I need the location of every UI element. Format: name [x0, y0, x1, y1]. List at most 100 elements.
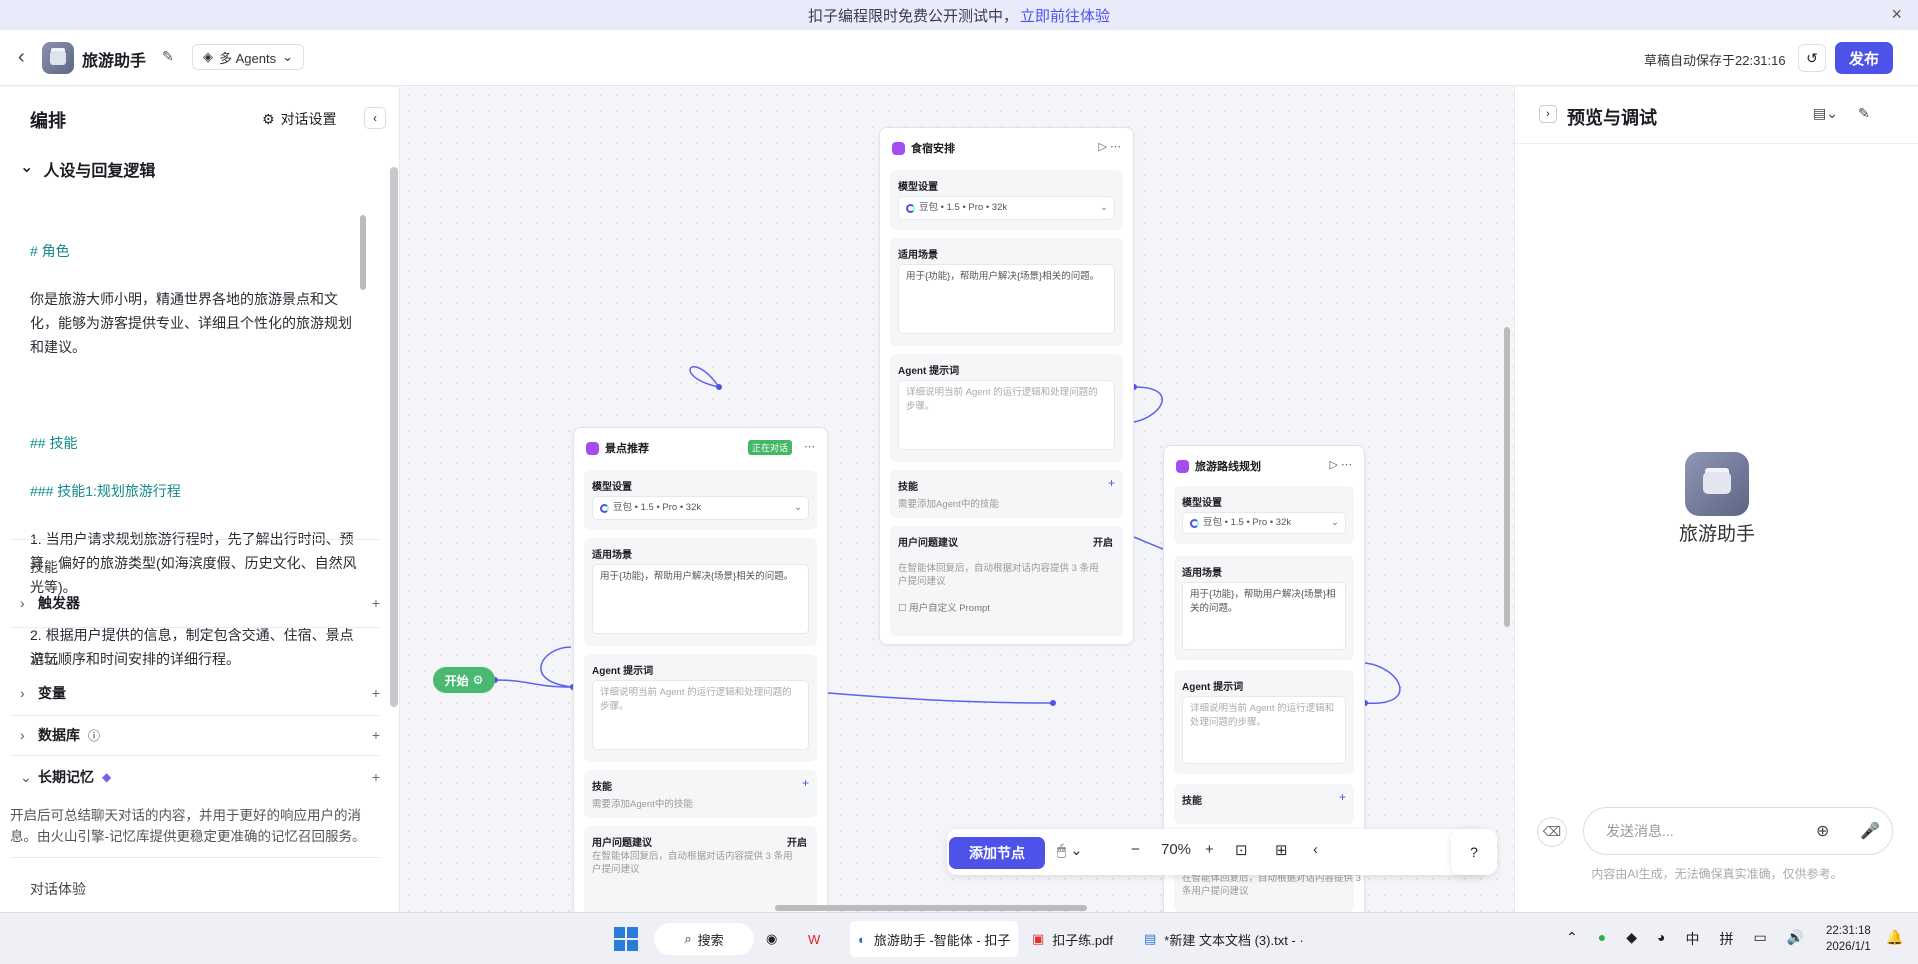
taskbar-pdf-app[interactable]: ▣ 扣子练.pdf — [1032, 921, 1113, 957]
suggestion-switch[interactable]: 开启 — [787, 834, 807, 849]
ime-mode[interactable]: 拼 — [1719, 929, 1733, 949]
add-skill-icon[interactable]: + — [802, 776, 809, 790]
grid-layout-icon[interactable]: ⊞ — [1275, 841, 1288, 859]
custom-prompt-checkbox[interactable]: ☐ 用户自定义 Prompt — [898, 602, 990, 615]
database-row[interactable]: › 数据库 ⓘ + — [20, 717, 380, 753]
model-select[interactable]: 豆包 • 1.5 • Pro • 32k ⌄ — [592, 496, 809, 520]
start-node[interactable]: 开始 ⚙ — [433, 667, 495, 693]
panel-scrollbar[interactable] — [390, 167, 398, 707]
network-icon[interactable]: ▭ — [1753, 929, 1766, 949]
ime-lang[interactable]: 中 — [1685, 929, 1699, 949]
publish-button[interactable]: 发布 — [1835, 42, 1893, 74]
back-icon[interactable]: ‹ — [18, 46, 25, 69]
fit-view-icon[interactable]: ⊡ — [1235, 841, 1248, 859]
add-skill-icon[interactable]: + — [1108, 476, 1115, 490]
scene-input[interactable]: 用于{功能}，帮助用户解决{场景}相关的问题。 — [898, 264, 1115, 334]
microphone-icon[interactable]: 🎤 — [1860, 821, 1880, 841]
add-node-button[interactable]: 添加节点 — [949, 837, 1045, 869]
model-select[interactable]: 豆包 • 1.5 • Pro • 32k ⌄ — [1182, 512, 1346, 534]
add-trigger-icon[interactable]: + — [372, 595, 380, 611]
zoom-out-icon[interactable]: − — [1131, 841, 1140, 858]
suggestion-switch[interactable]: 开启 — [1093, 534, 1113, 549]
tray-app-icon[interactable]: ◆ — [1626, 929, 1637, 949]
suggestion-block: 用户问题建议 开启 在智能体回复后，自动根据对话内容提供 3 条用户提问建议 ☐… — [890, 526, 1123, 636]
canvas-horizontal-scrollbar[interactable] — [775, 905, 1087, 911]
memory-label: 记忆 — [30, 651, 58, 667]
wechat-icon[interactable]: ● — [1598, 929, 1606, 949]
clock-time: 22:31:18 — [1826, 925, 1871, 937]
node-header: 旅游路线规划 — [1176, 458, 1261, 474]
debug-settings-icon[interactable]: ▤⌄ — [1813, 105, 1838, 122]
collapse-panel-button[interactable]: ‹ — [364, 107, 386, 129]
tools-icon[interactable]: ✎ — [1858, 105, 1870, 122]
add-database-icon[interactable]: + — [372, 727, 380, 743]
suggestion-block: 用户问题建议 开启 在智能体回复后，自动根据对话内容提供 3 条用户提问建议 — [584, 826, 817, 912]
prompt-list-item: 2. 根据用户提供的信息，制定包含交通、住宿、景点游玩顺序和时间安排的详细行程。 — [30, 627, 354, 667]
agent-prompt-input[interactable]: 详细说明当前 Agent 的运行逻辑和处理问题的步骤。 — [898, 380, 1115, 450]
clear-history-button[interactable]: ⌫ — [1537, 817, 1567, 847]
scene-input[interactable]: 用于{功能}，帮助用户解决{场景}相关的问题。 — [592, 564, 809, 634]
notification-bell-icon[interactable]: 🔔 — [1886, 929, 1903, 946]
trigger-row[interactable]: › 触发器 + — [20, 585, 380, 621]
collapse-icon[interactable]: ‹ — [1313, 841, 1318, 858]
block-title: 适用场景 — [898, 250, 938, 261]
history-button[interactable]: ↺ — [1798, 44, 1826, 72]
system-clock[interactable]: 22:31:18 2026/1/1 — [1826, 923, 1871, 955]
agent-prompt-input[interactable]: 详细说明当前 Agent 的运行逻辑和处理问题的步骤。 — [1182, 696, 1346, 764]
zoom-in-icon[interactable]: + — [1205, 841, 1214, 858]
add-ltm-icon[interactable]: + — [372, 769, 380, 785]
prompt-scrollbar[interactable] — [360, 215, 366, 290]
qq-icon[interactable]: ◕ — [1657, 929, 1665, 949]
dialog-settings-button[interactable]: ⚙ 对话设置 — [262, 109, 337, 129]
agent-icon — [586, 441, 599, 455]
divider — [1515, 143, 1918, 144]
volume-icon[interactable]: 🔊 — [1787, 929, 1804, 949]
help-icon: ? — [1470, 844, 1478, 860]
edit-icon[interactable]: ✎ — [162, 48, 174, 65]
windows-start-icon[interactable] — [614, 927, 638, 951]
pointer-mode-icon[interactable]: 🖱 ⌄ — [1057, 841, 1083, 859]
agent-node-food[interactable]: 食宿安排 ▷ ⋯ 模型设置 豆包 • 1.5 • Pro • 32k ⌄ 适用场景… — [879, 127, 1134, 645]
settings-icon: ⚙ — [262, 110, 275, 127]
taskbar-search[interactable]: ⌕ 搜索 — [654, 923, 754, 955]
variables-row[interactable]: › 变量 + — [20, 675, 380, 711]
more-icon[interactable]: ⋯ — [1110, 141, 1121, 153]
agent-canvas[interactable]: 开始 ⚙ 食宿安排 ▷ ⋯ 模型设置 豆包 • 1.5 • Pro • 32k ⌄… — [401, 87, 1513, 912]
preview-actions: ▤⌄ ✎ — [1813, 105, 1870, 122]
settings-icon[interactable]: ⚙ — [473, 673, 484, 687]
taskbar-notepad-app[interactable]: ▤ *新建 文本文档 (3).txt - · — [1144, 921, 1304, 957]
wps-app-icon[interactable]: W — [808, 921, 820, 957]
chevron-down-icon: ⌄ — [794, 502, 802, 513]
taskbar-edge-app[interactable]: ◐ 旅游助手 -智能体 - 扣子 — [850, 921, 1019, 957]
model-select[interactable]: 豆包 • 1.5 • Pro • 32k ⌄ — [898, 196, 1115, 220]
more-icon[interactable]: ⋯ — [804, 441, 815, 453]
add-skill-icon[interactable]: + — [1339, 790, 1346, 804]
orchestration-panel: 编排 ⚙ 对话设置 ‹ ⌄ 人设与回复逻辑 # 角色 你是旅游大师小明，精通世界… — [0, 87, 400, 912]
app-avatar-icon — [42, 42, 74, 74]
agent-prompt-input[interactable]: 详细说明当前 Agent 的运行逻辑和处理问题的步骤。 — [592, 680, 809, 750]
close-icon[interactable]: × — [1891, 4, 1902, 25]
chat-input[interactable]: 发送消息... ⊕ 🎤 — [1583, 807, 1893, 855]
more-icon[interactable]: ⋯ — [1341, 459, 1352, 471]
play-icon[interactable]: ▷ — [1329, 459, 1337, 471]
canvas-vertical-scrollbar[interactable] — [1504, 327, 1510, 627]
add-attachment-icon[interactable]: ⊕ — [1816, 821, 1829, 841]
chevron-up-icon[interactable]: ⌃ — [1566, 929, 1578, 949]
scene-input[interactable]: 用于{功能}，帮助用户解决{场景}相关的问题。 — [1182, 582, 1346, 650]
persona-prompt-text[interactable]: # 角色 你是旅游大师小明，精通世界各地的旅游景点和文化，能够为游客提供专业、详… — [30, 215, 360, 695]
copilot-app-icon[interactable]: ◉ — [766, 921, 777, 957]
agent-node-spot[interactable]: 景点推荐 正在对话 ⋯ 模型设置 豆包 • 1.5 • Pro • 32k ⌄ 适… — [573, 427, 828, 912]
persona-section-header[interactable]: ⌄ 人设与回复逻辑 — [20, 157, 155, 181]
info-icon[interactable]: ⓘ — [88, 727, 100, 744]
chat-input-placeholder: 发送消息... — [1606, 823, 1674, 839]
banner-link[interactable]: 立即前往体验 — [1020, 5, 1110, 26]
long-term-memory-row[interactable]: ⌄ 长期记忆 ◆ + — [20, 759, 380, 795]
play-icon[interactable]: ▷ — [1098, 141, 1106, 153]
zoom-level[interactable]: 70% — [1161, 841, 1191, 858]
help-button[interactable]: ? — [1451, 829, 1497, 875]
agent-mode-select[interactable]: ◈ 多 Agents ⌄ — [192, 44, 304, 70]
add-variable-icon[interactable]: + — [372, 685, 380, 701]
app-name: 旅游助手 — [82, 53, 147, 70]
pdf-icon: ▣ — [1032, 931, 1045, 946]
expand-panel-button[interactable]: › — [1539, 105, 1557, 123]
